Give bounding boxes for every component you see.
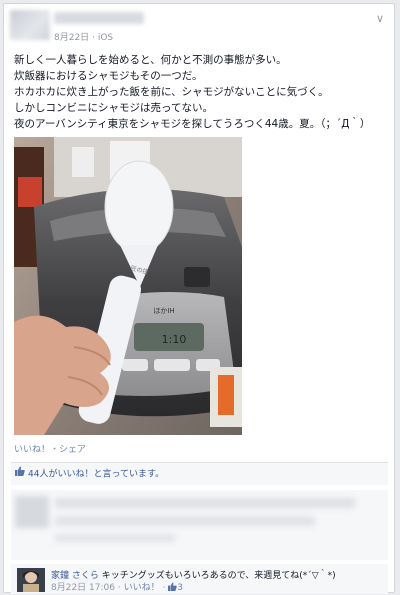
blurred-comment: [11, 490, 388, 560]
comment-separator: ·: [117, 583, 121, 593]
comment-like-link[interactable]: いいね！: [124, 583, 160, 593]
meta-separator: ·: [92, 33, 95, 43]
share-link[interactable]: シェア: [59, 445, 86, 455]
action-separator: ・: [50, 445, 60, 455]
commenter-name[interactable]: 家鐘 さくら: [51, 571, 99, 581]
post-line: ホカホカに炊き上がった飯を前に、シャモジがないことに気づく。: [14, 86, 329, 98]
post-date[interactable]: 8月22日: [54, 33, 89, 43]
thumbs-up-icon: [15, 463, 25, 485]
comment-date[interactable]: 8月22日 17:06: [51, 583, 115, 593]
post-card: 8月22日 · iOS ∨ 新しく一人暮らしを始めると、何かと不測の事態が多い。…: [3, 3, 395, 594]
post-meta: 8月22日 · iOS: [54, 30, 113, 43]
author-avatar[interactable]: [10, 10, 50, 40]
post-line: 新しく一人暮らしを始めると、何かと不測の事態が多い。: [14, 54, 287, 66]
post-actions: いいね！・シェア: [14, 442, 86, 455]
cooker-label: ほかIH: [153, 307, 174, 315]
comment-item: 家鐘 さくら キッチングッズもいろいろあるので、来週見てね(*´▽｀*) 8月2…: [11, 564, 388, 594]
post-text: 新しく一人暮らしを始めると、何かと不測の事態が多い。 炊飯器におけるシャモジもそ…: [14, 52, 384, 132]
post-platform: iOS: [97, 33, 114, 43]
post-line: 炊飯器におけるシャモジもその一つだ。: [14, 70, 203, 82]
likes-summary: 44人がいいね！と言っています。: [11, 462, 388, 485]
post-line: しかしコンビニにシャモジは売ってない。: [14, 102, 213, 114]
commenter-avatar[interactable]: [17, 568, 45, 592]
comment-text: キッチングッズもいろいろあるので、来週見てね(*´▽｀*): [101, 571, 336, 581]
cooker-display: 1:10: [162, 333, 187, 346]
chevron-down-icon[interactable]: ∨: [376, 12, 384, 25]
comment-like-count[interactable]: 3: [168, 582, 183, 593]
comment-meta: 8月22日 17:06 · いいね！ · 3: [51, 582, 336, 594]
post-header: 8月22日 · iOS ∨: [4, 4, 394, 46]
likes-text[interactable]: 44人がいいね！と言っています。: [28, 470, 164, 480]
comment-separator: ·: [162, 583, 166, 593]
author-name[interactable]: [54, 12, 144, 24]
comment-body: 家鐘 さくら キッチングッズもいろいろあるので、来週見てね(*´▽｀*) 8月2…: [51, 570, 336, 594]
thumbs-up-icon: [168, 582, 177, 591]
post-photo[interactable]: 1:10 ほかIH 匠の技: [14, 137, 242, 435]
post-line: 夜のアーバンシティ東京をシャモジを探してうろつく44歳。夏。（；´Д｀）: [14, 118, 371, 130]
comment-like-number: 3: [177, 583, 183, 593]
like-link[interactable]: いいね！: [14, 445, 50, 455]
photo-image: 1:10 ほかIH 匠の技: [14, 137, 242, 435]
